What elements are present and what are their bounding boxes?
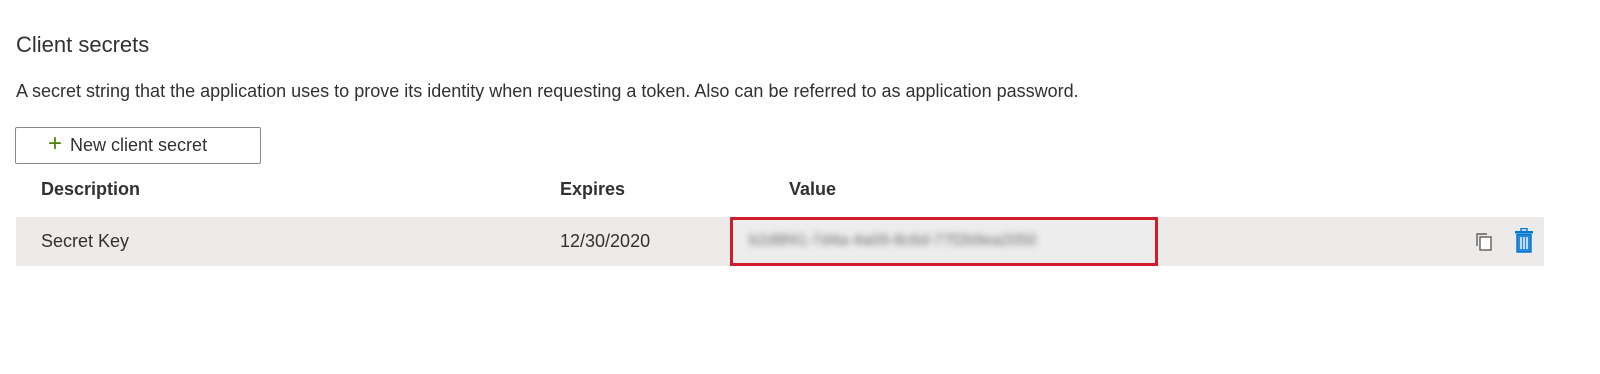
secret-expires: 12/30/2020 <box>560 231 651 251</box>
section-title: Client secrets <box>16 32 150 57</box>
client-secrets-table: Description Expires Value Secret Key 12/… <box>16 170 1544 266</box>
new-client-secret-label: New client secret <box>70 135 208 155</box>
column-header-expires: Expires <box>560 179 626 199</box>
table-row[interactable]: Secret Key 12/30/2020 b2d8f41-7d4a-4a09-… <box>16 217 1544 266</box>
secret-value-highlight: b2d8f41-7d4a-4a09-8c6d-77f2b9ea2050 <box>730 217 1158 266</box>
column-header-value: Value <box>789 179 837 199</box>
copy-icon[interactable] <box>1473 231 1495 253</box>
delete-icon[interactable] <box>1513 227 1535 254</box>
secret-value: b2d8f41-7d4a-4a09-8c6d-77f2b9ea2050 <box>749 232 1037 249</box>
table-header: Description Expires Value <box>16 170 1544 210</box>
plus-icon: + <box>48 130 63 157</box>
new-client-secret-button[interactable]: + New client secret <box>15 127 261 164</box>
secret-description: Secret Key <box>41 231 130 251</box>
section-description: A secret string that the application use… <box>16 81 1079 101</box>
column-header-description: Description <box>41 179 141 199</box>
